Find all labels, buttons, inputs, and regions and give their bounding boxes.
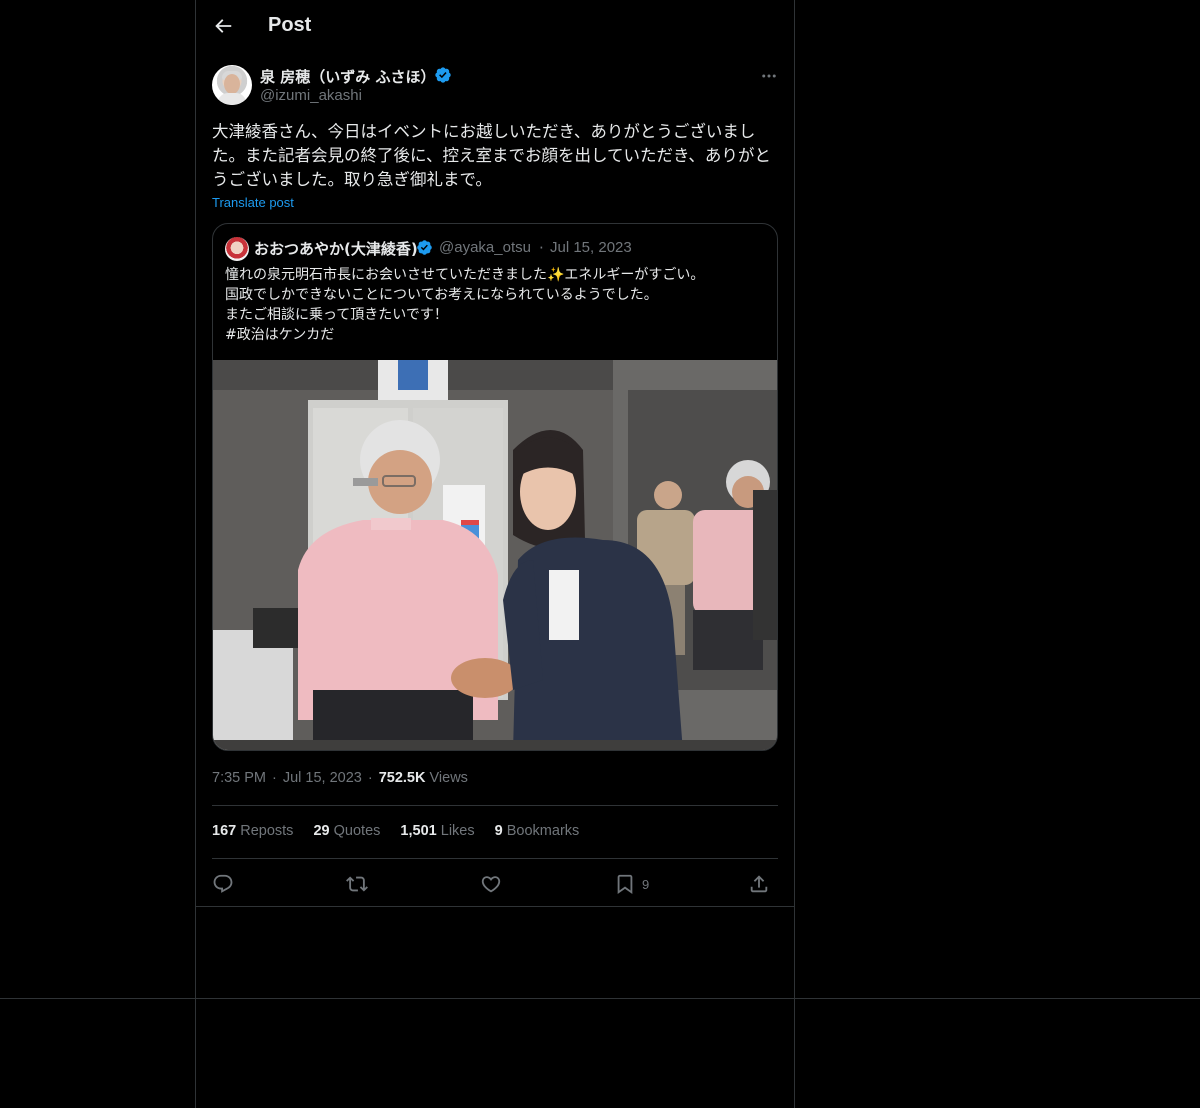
- like-button[interactable]: [480, 870, 502, 898]
- likes-stat[interactable]: 1,501 Likes: [400, 823, 474, 839]
- horizontal-divider: [0, 998, 1200, 999]
- more-dots-icon: [762, 74, 776, 78]
- reposts-stat[interactable]: 167 Reposts: [212, 823, 293, 839]
- bookmark-count: 9: [642, 876, 650, 892]
- back-button[interactable]: [212, 15, 234, 37]
- post-date[interactable]: Jul 15, 2023: [283, 770, 362, 786]
- quoted-post-card[interactable]: おおつあやか(大津綾香) @ayaka_otsu · Jul 15, 2023 …: [212, 223, 778, 751]
- post-author: 泉 房穂（いずみ ふさほ） @izumi_akashi: [212, 65, 778, 107]
- repost-button[interactable]: [346, 870, 368, 898]
- back-arrow-icon: [215, 19, 232, 33]
- quoted-author-avatar: [225, 237, 249, 261]
- quoted-author-name: おおつあやか(大津綾香): [254, 240, 418, 258]
- metadata-divider: [212, 805, 778, 806]
- post-actions: 9: [212, 870, 778, 898]
- author-handle[interactable]: @izumi_akashi: [260, 87, 362, 104]
- post-header: Post: [196, 0, 794, 54]
- quoted-author-handle: @ayaka_otsu: [439, 239, 531, 256]
- post-detail-column: Post 泉 房穂（いずみ ふさほ） @izumi_akashi 大津綾香さん、…: [196, 0, 794, 907]
- verified-badge-icon: [417, 240, 432, 255]
- quotes-stat[interactable]: 29 Quotes: [313, 823, 380, 839]
- post-metadata: 7:35 PM · Jul 15, 2023 · 752.5K Views: [212, 770, 468, 786]
- separator-dot: ·: [539, 239, 544, 257]
- repost-icon: [346, 876, 368, 892]
- page-title: Post: [268, 14, 312, 36]
- views-label: Views: [429, 770, 468, 786]
- photo-illustration: [213, 360, 777, 750]
- translate-post-link[interactable]: Translate post: [212, 195, 294, 210]
- author-name[interactable]: 泉 房穂（いずみ ふさほ）: [260, 66, 435, 87]
- engagement-stats: 167 Reposts 29 Quotes 1,501 Likes 9 Book…: [212, 823, 595, 839]
- bookmark-icon: [617, 874, 633, 895]
- reply-button[interactable]: [212, 870, 234, 898]
- stats-divider: [212, 858, 778, 859]
- quoted-post-photo[interactable]: [213, 360, 777, 750]
- right-column-border: [794, 0, 795, 1108]
- post-text: 大津綾香さん、今日はイベントにお越しいただき、ありがとうございました。また記者会…: [212, 122, 771, 189]
- heart-icon: [481, 876, 501, 893]
- share-icon: [750, 875, 768, 893]
- reply-icon: [213, 874, 233, 893]
- post-bottom-border: [196, 906, 794, 907]
- views-count: 752.5K: [378, 770, 426, 786]
- share-button[interactable]: [748, 870, 770, 898]
- author-avatar[interactable]: [212, 65, 252, 105]
- verified-badge-icon: [435, 67, 451, 83]
- post-time[interactable]: 7:35 PM: [212, 770, 266, 786]
- quoted-post-text: 憧れの泉元明石市長にお会いさせていただきました✨エネルギーがすごい。 国政でしか…: [225, 267, 705, 343]
- more-options-button[interactable]: [760, 67, 778, 85]
- bookmarks-stat[interactable]: 9 Bookmarks: [495, 823, 580, 839]
- quoted-post-date: Jul 15, 2023: [550, 239, 632, 256]
- left-column-border: [195, 0, 196, 1108]
- bookmark-button[interactable]: 9: [614, 870, 649, 898]
